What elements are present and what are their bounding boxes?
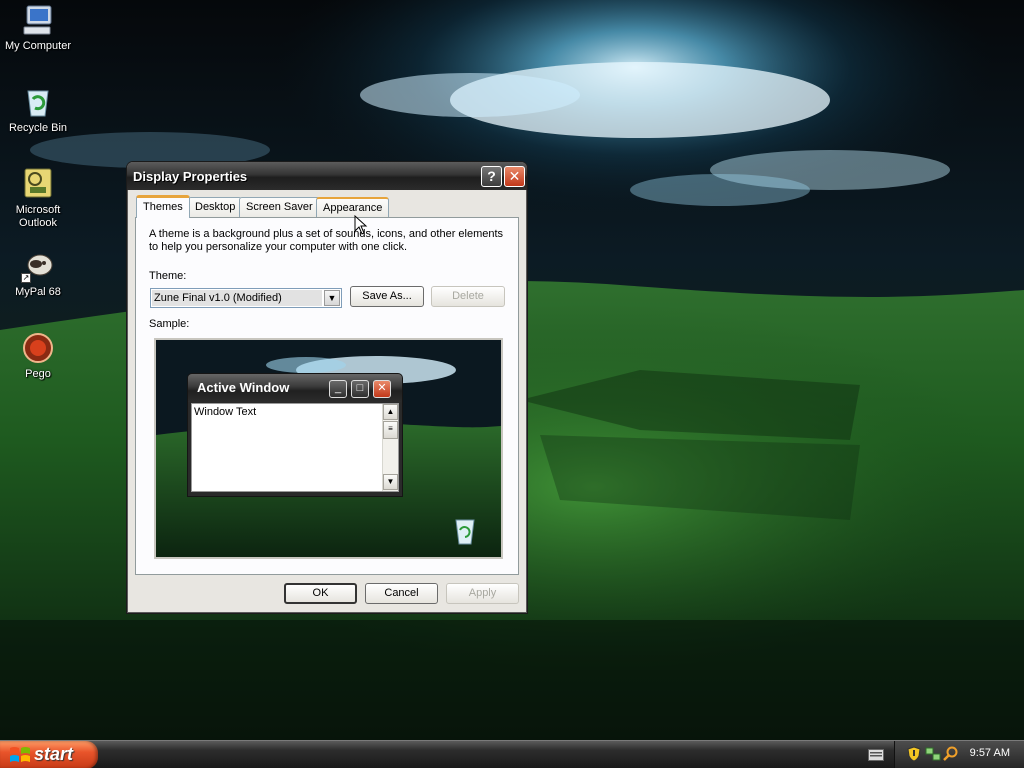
theme-dropdown-value: Zune Final v1.0 (Modified)	[152, 290, 322, 306]
tab-screen-saver[interactable]: Screen Saver	[239, 197, 320, 217]
desktop-icon-label: Recycle Bin	[8, 122, 68, 134]
sample-window-body: Window Text ▲ ≡ ▼	[191, 403, 399, 492]
desktop-icon-label-line-2: Outlook	[19, 217, 57, 229]
chevron-down-icon[interactable]: ▼	[324, 290, 340, 306]
close-icon: ✕	[373, 380, 391, 398]
tab-label: Themes	[143, 201, 183, 213]
outlook-icon	[21, 167, 55, 201]
delete-button[interactable]: Delete	[431, 286, 505, 307]
maximize-icon: □	[351, 380, 369, 398]
scroll-up-icon: ▲	[383, 404, 398, 420]
tab-appearance[interactable]: Appearance	[316, 197, 390, 217]
tab-label: Appearance	[323, 202, 383, 214]
scroll-thumb: ≡	[383, 421, 398, 439]
save-as-button[interactable]: Save As...	[350, 286, 424, 307]
tab-label: Desktop	[195, 201, 236, 213]
search-icon[interactable]	[943, 746, 959, 762]
ok-button[interactable]: OK	[284, 583, 357, 604]
tab-desktop[interactable]: Desktop	[188, 197, 243, 217]
clock[interactable]: 9:57 AM	[970, 747, 1010, 759]
sample-label: Sample:	[149, 318, 190, 330]
help-button[interactable]: ?	[481, 166, 502, 187]
sample-scrollbar: ▲ ≡ ▼	[382, 404, 398, 491]
sample-active-window: Active Window _ □ ✕ Window Text ▲ ≡ ▼	[187, 373, 403, 497]
close-icon: ✕	[508, 168, 521, 184]
network-icon[interactable]	[925, 746, 941, 762]
desktop-icon-my-computer[interactable]: My Computer	[0, 3, 76, 53]
desktop-icon-label: Pego	[25, 368, 51, 380]
sample-window-text: Window Text	[194, 406, 257, 418]
desktop-icon-label-line-1: Microsoft	[15, 204, 61, 216]
mouse-cursor-icon	[354, 215, 368, 235]
themes-tab-panel: A theme is a background plus a set of so…	[135, 217, 519, 575]
start-button[interactable]: start	[0, 741, 98, 768]
theme-label: Theme:	[149, 270, 187, 282]
mypal-icon: ↗	[21, 249, 55, 283]
start-label: start	[34, 744, 74, 764]
close-button[interactable]: ✕	[504, 166, 525, 187]
theme-dropdown[interactable]: Zune Final v1.0 (Modified) ▼	[150, 288, 342, 308]
sample-window-title: Active Window	[188, 374, 402, 402]
theme-description: A theme is a background plus a set of so…	[149, 228, 504, 253]
desktop-icon-pego[interactable]: Pego	[0, 331, 76, 381]
desktop-icon-label: MyPal 68	[15, 286, 61, 298]
desktop-icon-microsoft-outlook[interactable]: Microsoft Outlook	[0, 167, 76, 230]
tab-themes[interactable]: Themes	[136, 195, 190, 218]
recycle-bin-icon	[21, 85, 55, 119]
keyboard-icon[interactable]	[868, 749, 884, 761]
dialog-title: Display Properties	[133, 169, 248, 184]
system-tray: 9:57 AM	[894, 741, 1024, 768]
apply-button[interactable]: Apply	[446, 583, 519, 604]
theme-sample-preview: Active Window _ □ ✕ Window Text ▲ ≡ ▼	[154, 338, 503, 559]
minimize-icon: _	[329, 380, 347, 398]
taskbar: start 9:57 AM	[0, 740, 1024, 768]
pego-icon	[21, 331, 55, 365]
windows-logo-icon	[10, 747, 30, 762]
display-properties-dialog: Display Properties ? ✕ Themes Desktop Sc…	[126, 161, 528, 614]
scroll-down-icon: ▼	[383, 474, 398, 490]
cancel-button[interactable]: Cancel	[365, 583, 438, 604]
help-icon: ?	[487, 168, 496, 184]
tab-label: Screen Saver	[246, 201, 313, 213]
desktop-icon-recycle-bin[interactable]: Recycle Bin	[0, 85, 76, 135]
dialog-title-bar[interactable]: Display Properties ? ✕	[127, 162, 527, 190]
my-computer-icon	[21, 3, 55, 37]
desktop-icon-mypal[interactable]: ↗ MyPal 68	[0, 249, 76, 299]
security-shield-icon[interactable]	[907, 746, 921, 762]
shortcut-arrow-icon: ↗	[21, 273, 31, 283]
desktop-icon-label: My Computer	[4, 40, 72, 52]
